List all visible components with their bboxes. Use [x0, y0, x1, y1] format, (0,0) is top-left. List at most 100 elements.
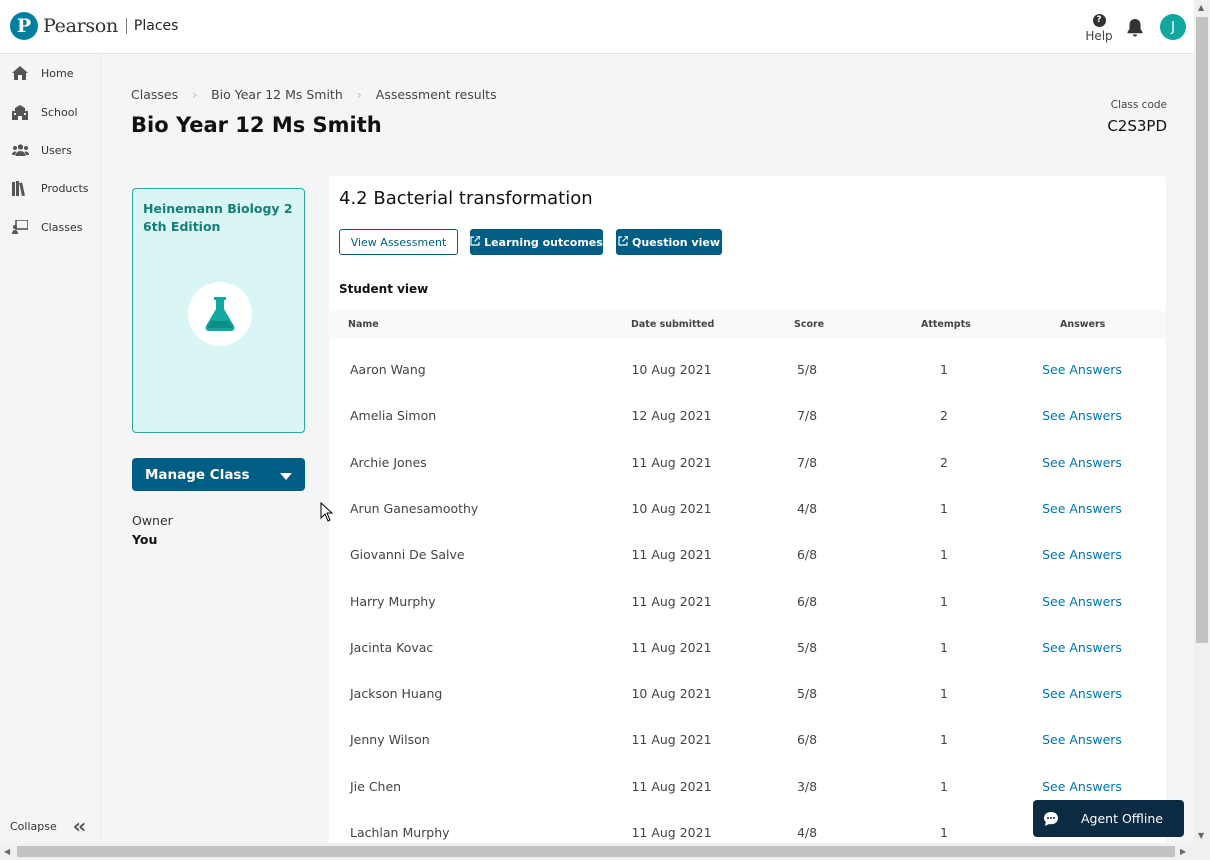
user-avatar[interactable]: J: [1160, 14, 1186, 40]
table-row: Amelia Simon 12 Aug 2021 7/8 2 See Answers: [329, 393, 1166, 439]
notifications-bell-icon[interactable]: [1126, 18, 1144, 38]
product-title: Heinemann Biology 2 6th Edition: [143, 201, 293, 234]
product-card[interactable]: Heinemann Biology 2 6th Edition: [132, 188, 305, 433]
sidebar-item-classes[interactable]: Classes: [0, 215, 101, 239]
see-answers-link[interactable]: See Answers: [1032, 440, 1132, 486]
student-name-cell: Harry Murphy: [350, 593, 436, 609]
score-cell: 7/8: [796, 454, 818, 470]
users-icon: [11, 141, 29, 159]
manage-class-label: Manage Class: [145, 466, 250, 483]
student-name-cell: Archie Jones: [350, 454, 427, 470]
caret-down-icon: [280, 465, 292, 484]
vertical-scrollbar[interactable]: ▲ ▼: [1194, 0, 1210, 843]
attempts-cell: 1: [940, 593, 948, 609]
sidebar-item-school[interactable]: School: [0, 100, 101, 124]
date-submitted-cell: 11 Aug 2021: [631, 732, 712, 748]
manage-class-dropdown[interactable]: Manage Class: [132, 458, 305, 491]
assessment-title: 4.2 Bacterial transformation: [339, 188, 593, 209]
pearson-logo[interactable]: P Pearson Places: [10, 12, 178, 40]
collapse-label: Collapse: [10, 819, 57, 833]
sidebar-item-home[interactable]: Home: [0, 61, 101, 85]
owner-value: You: [132, 532, 158, 547]
table-row: Jackson Huang 10 Aug 2021 5/8 1 See Answers: [329, 671, 1166, 717]
horizontal-scrollbar[interactable]: ◀ ▶: [0, 843, 1210, 860]
scroll-left-arrow-icon[interactable]: ◀: [4, 847, 10, 856]
column-header-name: Name: [348, 319, 379, 330]
attempts-cell: 1: [940, 778, 948, 794]
score-cell: 6/8: [796, 593, 818, 609]
breadcrumb: Classes › Bio Year 12 Ms Smith › Assessm…: [131, 87, 497, 102]
breadcrumb-separator-icon: ›: [192, 87, 198, 102]
see-answers-link[interactable]: See Answers: [1032, 625, 1132, 671]
mouse-cursor-icon: [320, 501, 334, 522]
external-link-icon: [618, 234, 629, 249]
column-header-score: Score: [794, 319, 825, 330]
scroll-down-arrow-icon[interactable]: ▼: [1198, 831, 1204, 840]
sidebar-item-label: Products: [41, 181, 89, 195]
table-row: Harry Murphy 11 Aug 2021 6/8 1 See Answers: [329, 579, 1166, 625]
help-label: Help: [1085, 29, 1113, 43]
column-header-answers: Answers: [1060, 319, 1106, 330]
student-name-cell: Aaron Wang: [350, 362, 426, 377]
page-title: Bio Year 12 Ms Smith: [131, 113, 382, 137]
breadcrumb-class[interactable]: Bio Year 12 Ms Smith: [211, 87, 343, 102]
breadcrumb-current: Assessment results: [375, 87, 497, 102]
attempts-cell: 1: [940, 639, 948, 655]
sidebar-item-products[interactable]: Products: [0, 176, 101, 200]
question-view-label: Question view: [632, 235, 720, 249]
attempts-cell: 1: [940, 362, 948, 377]
student-name-cell: Arun Ganesamoothy: [350, 500, 479, 516]
collapse-sidebar-button[interactable]: Collapse ‹‹: [10, 814, 86, 838]
see-answers-link[interactable]: See Answers: [1032, 347, 1132, 393]
agent-status-label: Agent Offline: [1081, 811, 1163, 826]
agent-chat-button[interactable]: Agent Offline: [1033, 800, 1184, 837]
learning-outcomes-button[interactable]: Learning outcomes: [470, 229, 603, 255]
chat-icon: [1043, 811, 1059, 827]
learning-outcomes-label: Learning outcomes: [484, 235, 603, 249]
date-submitted-cell: 11 Aug 2021: [631, 639, 712, 655]
logo-divider: [125, 18, 127, 34]
attempts-cell: 1: [940, 547, 948, 563]
column-header-date: Date submitted: [631, 319, 715, 330]
student-name-cell: Jie Chen: [350, 778, 402, 794]
see-answers-link[interactable]: See Answers: [1032, 579, 1132, 625]
home-icon: [11, 64, 29, 82]
help-button[interactable]: ? Help: [1083, 14, 1115, 43]
score-cell: 5/8: [796, 639, 818, 655]
scroll-right-arrow-icon[interactable]: ▶: [1180, 847, 1186, 856]
see-answers-link[interactable]: See Answers: [1032, 671, 1132, 717]
see-answers-link[interactable]: See Answers: [1032, 393, 1132, 439]
table-row: Giovanni De Salve 11 Aug 2021 6/8 1 See Answ…: [329, 532, 1166, 578]
student-view-heading: Student view: [339, 282, 429, 296]
table-header: Name Date submitted Score Attempts Answe…: [329, 311, 1166, 339]
horizontal-scroll-thumb[interactable]: [17, 846, 1175, 857]
table-row: Archie Jones 11 Aug 2021 7/8 2 See Answers: [329, 440, 1166, 486]
pearson-logo-icon: P: [10, 12, 38, 40]
student-name-cell: Amelia Simon: [350, 408, 437, 424]
student-name-cell: Jenny Wilson: [350, 732, 430, 748]
see-answers-link[interactable]: See Answers: [1032, 486, 1132, 532]
sidebar-item-users[interactable]: Users: [0, 138, 101, 162]
attempts-cell: 2: [940, 408, 948, 424]
view-assessment-button[interactable]: View Assessment: [339, 229, 458, 255]
help-icon: ?: [1092, 14, 1106, 27]
score-cell: 5/8: [796, 362, 818, 377]
see-answers-link[interactable]: See Answers: [1032, 717, 1132, 763]
see-answers-link[interactable]: See Answers: [1032, 532, 1132, 578]
sidebar-item-label: Users: [41, 143, 72, 157]
attempts-cell: 1: [940, 825, 948, 840]
scroll-up-arrow-icon[interactable]: ▲: [1198, 3, 1204, 12]
breadcrumb-classes[interactable]: Classes: [131, 87, 178, 102]
assessment-panel: 4.2 Bacterial transformation View Assess…: [329, 176, 1166, 846]
vertical-scroll-thumb[interactable]: [1196, 17, 1208, 643]
date-submitted-cell: 12 Aug 2021: [631, 408, 712, 424]
date-submitted-cell: 11 Aug 2021: [631, 593, 712, 609]
product-name: Places: [133, 18, 179, 34]
breadcrumb-separator-icon: ›: [356, 87, 362, 102]
date-submitted-cell: 11 Aug 2021: [631, 547, 712, 563]
attempts-cell: 1: [940, 732, 948, 748]
question-view-button[interactable]: Question view: [616, 229, 722, 255]
student-name-cell: Lachlan Murphy: [350, 825, 450, 840]
sidebar-item-label: Classes: [41, 220, 83, 234]
class-code-label: Class code: [1110, 99, 1167, 111]
